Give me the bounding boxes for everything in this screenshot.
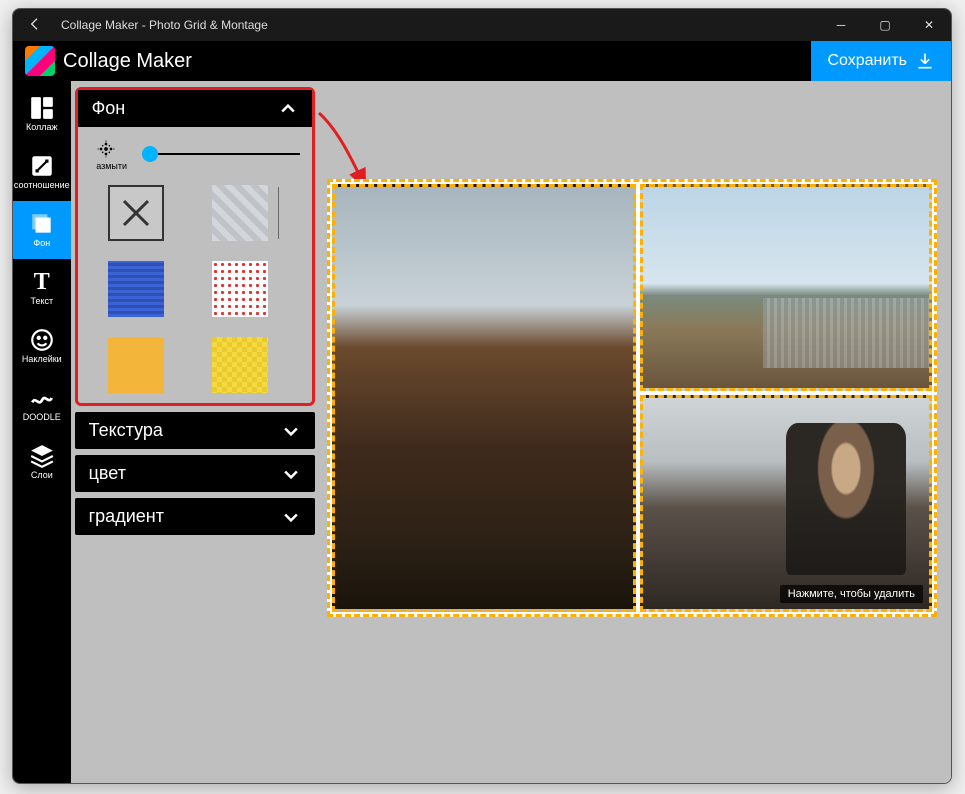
- collage-cell-top-right[interactable]: [640, 184, 932, 391]
- window-title: Collage Maker - Photo Grid & Montage: [57, 18, 819, 32]
- section-title: Фон: [92, 98, 126, 119]
- tool-layers[interactable]: Слои: [13, 433, 71, 491]
- tool-stickers[interactable]: Наклейки: [13, 317, 71, 375]
- tool-background[interactable]: Фон: [13, 201, 71, 259]
- minimize-button[interactable]: ─: [819, 9, 863, 41]
- blur-icon: [90, 137, 122, 161]
- section-header-gradient[interactable]: градиент: [75, 498, 315, 535]
- tool-ratio[interactable]: соотношение: [13, 143, 71, 201]
- canvas-area: Нажмите, чтобы удалить: [319, 81, 951, 783]
- swatch-yellow[interactable]: [212, 337, 268, 393]
- chevron-down-icon: [281, 464, 301, 484]
- chevron-down-icon: [281, 507, 301, 527]
- save-button[interactable]: Сохранить: [811, 41, 951, 81]
- background-icon: [29, 211, 55, 237]
- left-toolbar: Коллаж соотношение Фон T Текст Наклейки …: [13, 81, 71, 783]
- tool-label: соотношение: [14, 181, 70, 191]
- tool-label: Фон: [33, 239, 50, 249]
- section-body-background: азмыти: [78, 127, 312, 397]
- titlebar: Collage Maker - Photo Grid & Montage ─ ▢…: [13, 9, 951, 41]
- chevron-down-icon: [281, 421, 301, 441]
- x-icon: [118, 195, 154, 231]
- section-header-background[interactable]: Фон: [78, 90, 312, 127]
- tool-doodle[interactable]: DOODLE: [13, 375, 71, 433]
- section-header-texture[interactable]: Текстура: [75, 412, 315, 449]
- tool-label: Наклейки: [22, 355, 62, 365]
- collage-frame[interactable]: Нажмите, чтобы удалить: [327, 179, 937, 617]
- tool-label: DOODLE: [23, 413, 61, 423]
- section-texture: Текстура: [75, 412, 315, 449]
- download-icon: [915, 51, 935, 71]
- tool-label: Слои: [31, 471, 53, 481]
- section-color: цвет: [75, 455, 315, 492]
- tool-label: Текст: [30, 297, 53, 307]
- tool-collage[interactable]: Коллаж: [13, 85, 71, 143]
- section-gradient: градиент: [75, 498, 315, 535]
- tool-label: Коллаж: [26, 123, 58, 133]
- text-icon: T: [29, 269, 55, 295]
- section-title: цвет: [89, 463, 126, 484]
- maximize-button[interactable]: ▢: [863, 9, 907, 41]
- collage-icon: [29, 95, 55, 121]
- tool-text[interactable]: T Текст: [13, 259, 71, 317]
- swatch-grey3d[interactable]: [212, 185, 268, 241]
- swatch-none[interactable]: [108, 185, 164, 241]
- back-button[interactable]: [13, 16, 57, 35]
- close-button[interactable]: ✕: [907, 9, 951, 41]
- swatch-grid: [90, 185, 300, 393]
- app-logo-icon: [25, 46, 55, 76]
- section-header-color[interactable]: цвет: [75, 455, 315, 492]
- collage-cell-bottom-right[interactable]: Нажмите, чтобы удалить: [640, 395, 932, 612]
- blur-caption: азмыти: [90, 161, 134, 171]
- ratio-icon: [29, 153, 55, 179]
- swatch-reddot[interactable]: [212, 261, 268, 317]
- chevron-up-icon: [278, 99, 298, 119]
- doodle-icon: [29, 385, 55, 411]
- save-label: Сохранить: [827, 52, 907, 70]
- blur-label-group: азмыти: [90, 137, 134, 171]
- collage-cell-left[interactable]: [332, 184, 636, 612]
- section-background: Фон азмыти: [75, 87, 315, 406]
- delete-hint: Нажмите, чтобы удалить: [780, 585, 923, 603]
- options-panel: Фон азмыти: [71, 81, 319, 783]
- section-title: градиент: [89, 506, 164, 527]
- swatch-orange[interactable]: [108, 337, 164, 393]
- app-name: Collage Maker: [63, 50, 811, 73]
- layers-icon: [29, 443, 55, 469]
- sticker-icon: [29, 327, 55, 353]
- app-header: Collage Maker Сохранить: [13, 41, 951, 81]
- app-window: Collage Maker - Photo Grid & Montage ─ ▢…: [12, 8, 952, 784]
- section-title: Текстура: [89, 420, 163, 441]
- swatch-blue[interactable]: [108, 261, 164, 317]
- swatch-separator: [278, 187, 279, 239]
- blur-control: азмыти: [90, 137, 300, 171]
- blur-slider[interactable]: [142, 153, 300, 155]
